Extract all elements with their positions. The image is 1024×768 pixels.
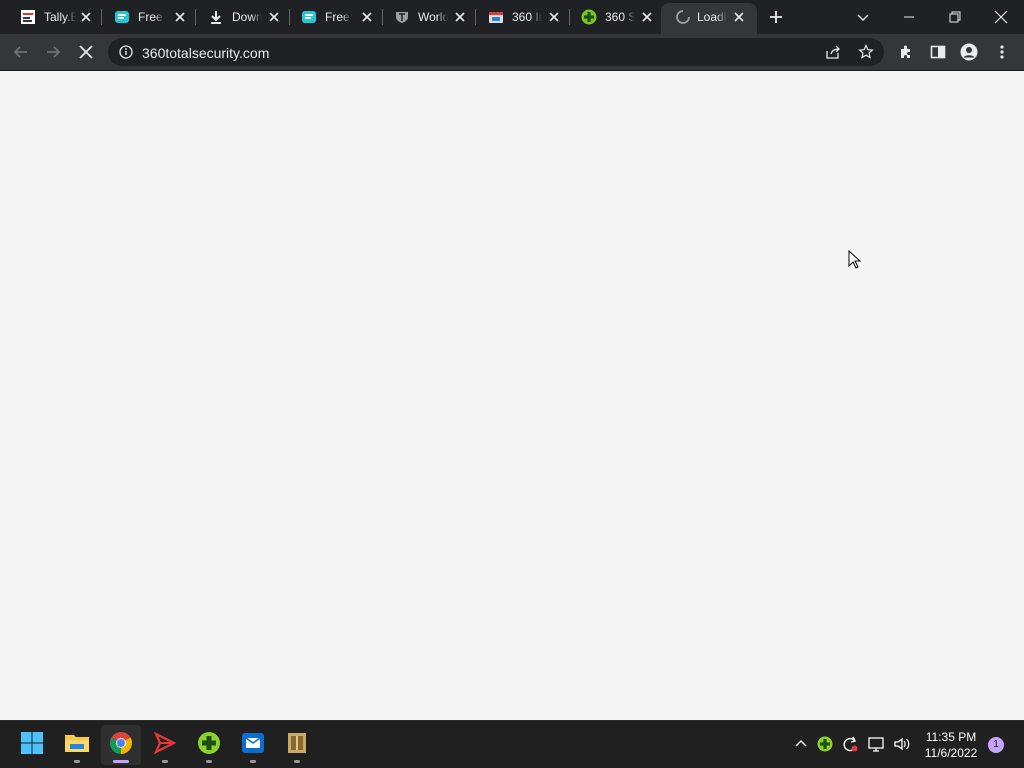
folder-icon [64,732,90,759]
extensions-icon[interactable] [897,43,915,61]
close-icon[interactable] [174,11,186,23]
tab-free-download-1[interactable]: Free Download [94,0,196,34]
tab-title: Free Download [325,10,351,24]
minimize-button[interactable] [900,8,918,26]
side-panel-icon[interactable] [929,43,947,61]
tray-network-icon[interactable] [868,735,886,753]
tab-360-internet[interactable]: 360 Internet [468,0,570,34]
tab-title: 360 Security [605,10,635,24]
tray-chevron-up-icon[interactable] [792,735,810,753]
taskbar-archive-app[interactable] [277,725,317,765]
close-icon[interactable] [733,11,745,23]
tab-title: 360 Internet [512,10,542,24]
restore-button[interactable] [946,8,964,26]
page-content [0,70,1024,720]
site-info-icon[interactable] [119,45,133,59]
browser-toolbar: 360totalsecurity.com [0,34,1024,70]
internet-favicon-icon [488,9,504,25]
running-indicator [206,760,212,763]
taskbar-chrome[interactable] [101,725,141,765]
360-icon [197,731,221,760]
tray-sync-icon[interactable] [841,735,859,753]
tab-title: Loading... [697,10,727,24]
system-clock[interactable]: 11:35 PM 11/6/2022 [916,729,986,761]
close-window-button[interactable] [992,8,1010,26]
download-favicon-icon [208,9,224,25]
tab-title: Free Download [138,10,164,24]
tray-360-icon[interactable] [816,735,834,753]
profile-avatar[interactable] [960,43,978,61]
windows-taskbar: 11:35 PM 11/6/2022 1 [0,720,1024,768]
pdf-icon [153,731,177,759]
filehorse-favicon-icon [301,9,317,25]
tab-search-chevron-icon[interactable] [854,8,872,26]
clock-time: 11:35 PM [925,730,977,744]
clock-date: 11/6/2022 [924,746,978,760]
windows-icon [20,731,44,760]
tab-download[interactable]: Download [188,0,290,34]
tab-title: Tally.ERP [44,10,76,24]
tray-volume-icon[interactable] [893,735,911,753]
360-favicon-icon [581,9,597,25]
running-indicator [74,760,80,763]
mouse-cursor-icon [848,249,862,269]
stop-loading-button[interactable] [77,43,95,61]
close-icon[interactable] [641,11,653,23]
close-icon[interactable] [548,11,560,23]
loading-spinner-icon [675,9,691,25]
tab-title: World of Tanks [418,10,448,24]
forward-button[interactable] [44,43,62,61]
start-button[interactable] [12,725,52,765]
close-icon[interactable] [454,11,466,23]
menu-kebab-icon[interactable] [993,43,1011,61]
url-text[interactable]: 360totalsecurity.com [142,45,269,61]
wot-favicon-icon [394,9,410,25]
taskbar-mail-app[interactable] [233,725,273,765]
mail-icon [241,731,265,760]
bookmark-star-icon[interactable] [858,44,874,60]
notification-badge[interactable]: 1 [988,737,1004,753]
running-indicator [162,760,168,763]
close-icon[interactable] [268,11,280,23]
taskbar-360-security[interactable] [189,725,229,765]
back-button[interactable] [12,43,30,61]
running-indicator [294,760,300,763]
tab-free-download-2[interactable]: Free Download [281,0,383,34]
tab-loading-active[interactable]: Loading... [661,3,757,34]
chrome-icon [109,731,133,760]
tab-title: Download [232,10,262,24]
tab-360-security[interactable]: 360 Security [561,0,663,34]
running-indicator [113,760,129,763]
tally-favicon-icon [20,9,36,25]
filehorse-favicon-icon [114,9,130,25]
taskbar-file-explorer[interactable] [57,725,97,765]
close-icon[interactable] [80,11,92,23]
running-indicator [250,760,256,763]
taskbar-pdf-app[interactable] [145,725,185,765]
share-icon[interactable] [825,44,841,60]
address-bar[interactable]: 360totalsecurity.com [108,38,884,66]
archive-icon [285,731,309,760]
close-icon[interactable] [361,11,373,23]
tab-world-of-tanks[interactable]: World of Tanks [374,0,476,34]
tab-tally[interactable]: Tally.ERP [0,0,102,34]
tab-strip: Tally.ERP Free Download Download Free Do… [0,0,1024,34]
new-tab-button[interactable] [768,9,784,25]
